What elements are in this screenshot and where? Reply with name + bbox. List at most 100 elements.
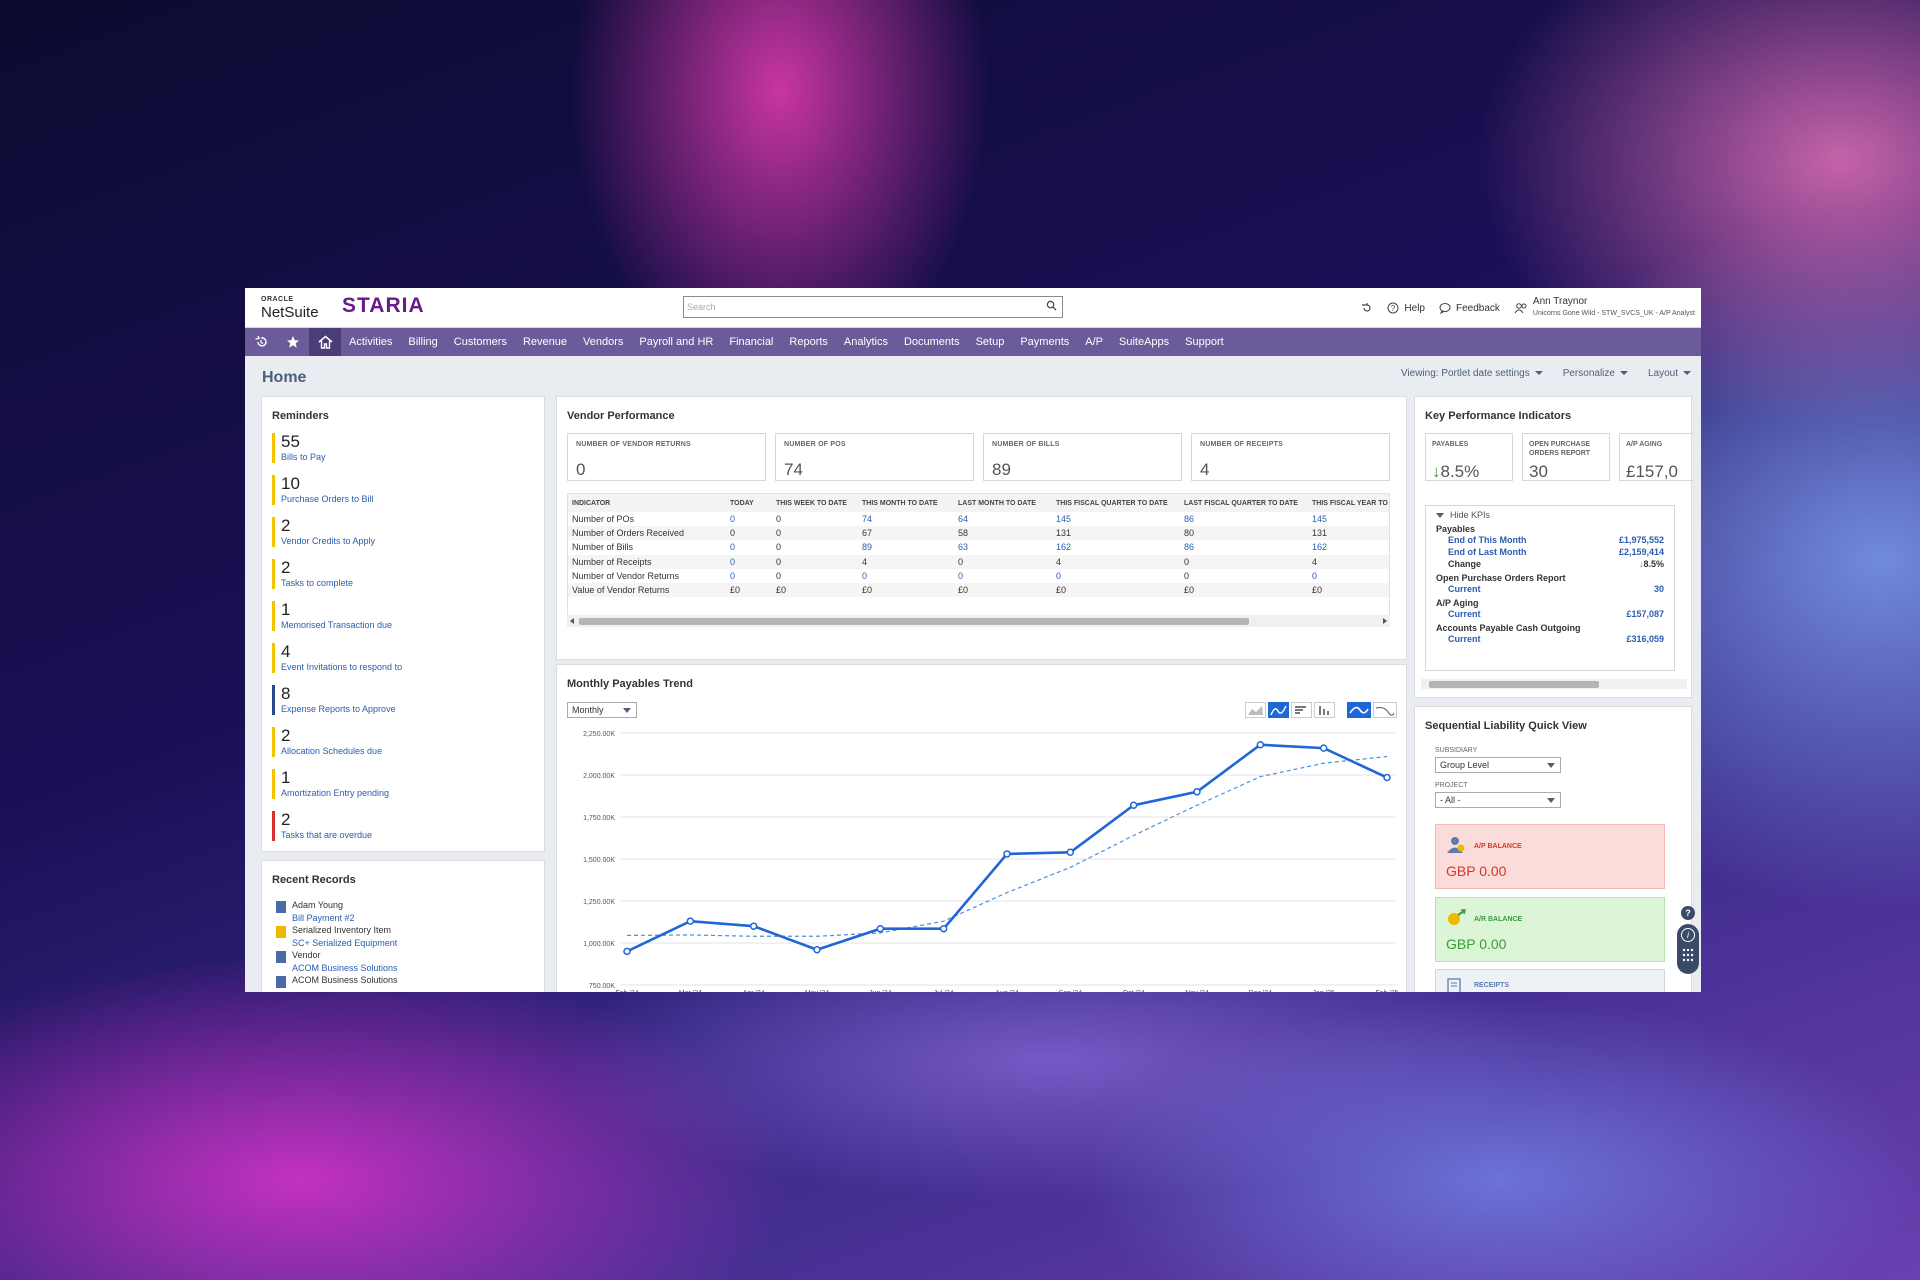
table-cell[interactable]: 0 xyxy=(726,569,772,583)
recent-record-item[interactable]: Vendor ACOM Business Solutions xyxy=(276,949,398,974)
reminder-link[interactable]: Vendor Credits to Apply xyxy=(281,535,472,547)
table-header-cell[interactable]: THIS FISCAL QUARTER TO DATE xyxy=(1052,494,1180,512)
table-cell[interactable]: 74 xyxy=(858,512,954,526)
kpi-bills[interactable]: NUMBER OF BILLS 89 xyxy=(983,433,1182,481)
reminder-link[interactable]: Expense Reports to Approve xyxy=(281,703,472,715)
data-point[interactable] xyxy=(813,945,821,954)
nav-billing[interactable]: Billing xyxy=(400,336,445,348)
feedback-link[interactable]: Feedback xyxy=(1439,302,1500,314)
bar-horizontal-button[interactable] xyxy=(1291,702,1312,718)
scroll-left-icon[interactable] xyxy=(570,618,574,624)
recent-record-link[interactable]: ACOM Business Solutions xyxy=(292,962,398,975)
table-cell[interactable]: 0 xyxy=(726,512,772,526)
recent-record-item[interactable]: Serialized Inventory Item SC+ Serialized … xyxy=(276,924,398,949)
recent-record-item[interactable]: ACOM Business Solutions xyxy=(276,974,398,988)
nav-documents[interactable]: Documents xyxy=(896,336,968,348)
nav-vendors[interactable]: Vendors xyxy=(575,336,631,348)
reminder-link[interactable]: Memorised Transaction due xyxy=(281,619,472,631)
horizontal-scrollbar[interactable] xyxy=(567,615,1390,627)
table-cell[interactable]: 162 xyxy=(1052,540,1180,554)
table-cell[interactable]: 162 xyxy=(1308,540,1389,554)
subsidiary-select[interactable]: Group Level xyxy=(1435,757,1561,773)
nav-ap[interactable]: A/P xyxy=(1077,336,1111,348)
nav-payroll-hr[interactable]: Payroll and HR xyxy=(631,336,721,348)
data-point[interactable] xyxy=(1319,744,1328,752)
table-header-cell[interactable]: LAST MONTH TO DATE xyxy=(954,494,1052,512)
table-cell[interactable]: 0 xyxy=(1308,569,1389,583)
home-button[interactable] xyxy=(309,328,341,356)
reminder-item[interactable]: 2 Allocation Schedules due xyxy=(272,727,472,757)
help-link[interactable]: ? Help xyxy=(1387,302,1425,314)
table-header-cell[interactable]: THIS FISCAL YEAR TO xyxy=(1308,494,1389,512)
end-last-month-link[interactable]: End of Last Month xyxy=(1448,546,1527,558)
kpi-horizontal-scrollbar[interactable] xyxy=(1421,679,1687,689)
reminder-item[interactable]: 2 Tasks that are overdue xyxy=(272,811,472,841)
table-cell[interactable]: 145 xyxy=(1308,512,1389,526)
nav-reports[interactable]: Reports xyxy=(781,336,836,348)
line-chart-button[interactable] xyxy=(1268,702,1289,718)
recent-record-link[interactable]: Bill Payment #2 xyxy=(292,912,355,925)
table-cell[interactable]: 0 xyxy=(726,554,772,569)
end-this-month-link[interactable]: End of This Month xyxy=(1448,534,1526,546)
kpi-receipts[interactable]: NUMBER OF RECEIPTS 4 xyxy=(1191,433,1390,481)
cash-current-link[interactable]: Current xyxy=(1448,633,1481,645)
reminder-link[interactable]: Amortization Entry pending xyxy=(281,787,472,799)
scrollbar-thumb[interactable] xyxy=(579,618,1249,625)
recent-record-link[interactable]: SC+ Serialized Equipment xyxy=(292,937,397,950)
data-point[interactable] xyxy=(1003,850,1011,858)
data-point[interactable] xyxy=(876,924,885,933)
table-header-cell[interactable]: THIS WEEK TO DATE xyxy=(772,494,858,512)
data-point[interactable] xyxy=(1193,788,1201,796)
table-cell[interactable]: 0 xyxy=(858,569,954,583)
table-cell[interactable]: 89 xyxy=(858,540,954,554)
search-icon[interactable] xyxy=(1046,300,1057,311)
table-cell[interactable]: 63 xyxy=(954,540,1052,554)
reminder-link[interactable]: Event Invitations to respond to xyxy=(281,661,472,673)
reminder-item[interactable]: 8 Expense Reports to Approve xyxy=(272,685,472,715)
nav-customers[interactable]: Customers xyxy=(446,336,515,348)
nav-payments[interactable]: Payments xyxy=(1012,336,1077,348)
recent-items-button[interactable] xyxy=(1361,302,1373,314)
table-header-cell[interactable]: THIS MONTH TO DATE xyxy=(858,494,954,512)
reminder-item[interactable]: 4 Event Invitations to respond to xyxy=(272,643,472,673)
kpi-vendor-returns[interactable]: NUMBER OF VENDOR RETURNS 0 xyxy=(567,433,766,481)
kpi-payables[interactable]: PAYABLES ↓8.5% xyxy=(1425,433,1513,481)
data-point[interactable] xyxy=(939,924,948,933)
table-header-cell[interactable]: INDICATOR xyxy=(568,494,726,512)
table-header-cell[interactable]: TODAY xyxy=(726,494,772,512)
help-question-icon[interactable]: ? xyxy=(1681,906,1695,920)
nav-revenue[interactable]: Revenue xyxy=(515,336,575,348)
reminder-item[interactable]: 2 Tasks to complete xyxy=(272,559,472,589)
reminder-link[interactable]: Purchase Orders to Bill xyxy=(281,493,472,505)
data-point[interactable] xyxy=(1256,741,1265,749)
end-last-month-value[interactable]: £2,159,414 xyxy=(1619,546,1664,558)
kpi-open-po[interactable]: OPEN PURCHASE ORDERS REPORT 30 xyxy=(1522,433,1610,481)
table-cell[interactable]: 86 xyxy=(1180,540,1308,554)
ap-balance-card[interactable]: A/P BALANCE GBP 0.00 xyxy=(1435,824,1665,889)
nav-support[interactable]: Support xyxy=(1177,336,1232,348)
aging-current-link[interactable]: Current xyxy=(1448,608,1481,620)
straight-line-button[interactable] xyxy=(1373,702,1397,718)
table-header-cell[interactable]: LAST FISCAL QUARTER TO DATE xyxy=(1180,494,1308,512)
layout-dropdown[interactable]: Layout xyxy=(1648,368,1691,379)
hide-kpis-toggle[interactable]: Hide KPIs xyxy=(1436,510,1664,520)
data-point[interactable] xyxy=(1066,848,1075,857)
scroll-right-icon[interactable] xyxy=(1383,618,1387,624)
ar-balance-card[interactable]: A/R BALANCE GBP 0.00 xyxy=(1435,897,1665,962)
nav-setup[interactable]: Setup xyxy=(968,336,1013,348)
table-cell[interactable]: 86 xyxy=(1180,512,1308,526)
project-select[interactable]: - All - xyxy=(1435,792,1561,808)
aging-value[interactable]: £157,087 xyxy=(1626,608,1664,620)
nav-suiteapps[interactable]: SuiteApps xyxy=(1111,336,1177,348)
personalize-dropdown[interactable]: Personalize xyxy=(1563,368,1628,379)
scrollbar-thumb[interactable] xyxy=(1429,681,1599,688)
nav-financial[interactable]: Financial xyxy=(721,336,781,348)
info-icon[interactable]: i xyxy=(1681,928,1695,942)
reminder-link[interactable]: Bills to Pay xyxy=(281,451,472,463)
reminder-item[interactable]: 2 Vendor Credits to Apply xyxy=(272,517,472,547)
reminder-link[interactable]: Allocation Schedules due xyxy=(281,745,472,757)
reminder-link[interactable]: Tasks to complete xyxy=(281,577,472,589)
recent-record-item[interactable]: Adam Young Bill Payment #2 xyxy=(276,899,398,924)
global-search-input[interactable]: Search xyxy=(683,296,1063,318)
nav-activities[interactable]: Activities xyxy=(341,336,400,348)
